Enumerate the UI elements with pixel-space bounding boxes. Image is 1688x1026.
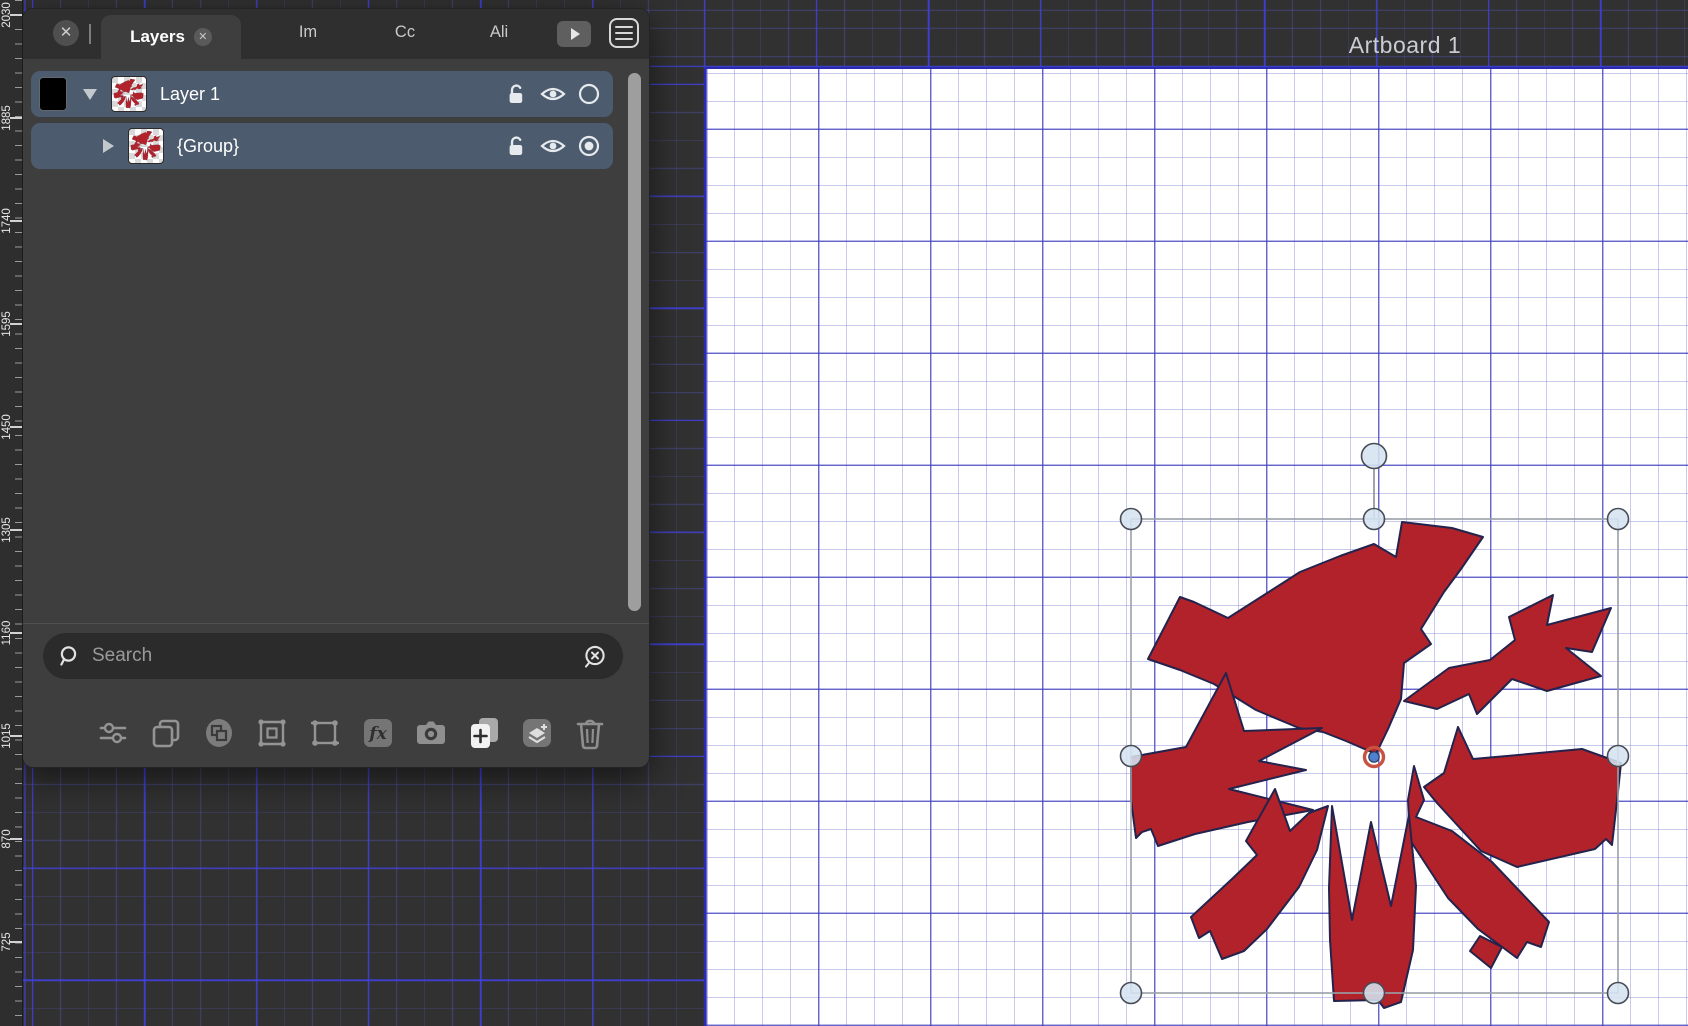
search-bar [43, 633, 623, 679]
ruler-major-tick [10, 529, 22, 531]
layer-name[interactable]: Layer 1 [160, 84, 220, 105]
target-selected-icon[interactable] [577, 134, 601, 158]
ruler-major-tick [10, 632, 22, 634]
disclosure-down-icon[interactable] [83, 89, 97, 100]
handle-bottom-right[interactable] [1608, 983, 1629, 1004]
ruler-major-tick [10, 220, 22, 222]
eye-visible-icon[interactable] [540, 134, 566, 158]
handle-top-center[interactable] [1364, 509, 1385, 530]
lock-open-icon[interactable] [505, 82, 529, 106]
panel-divider [23, 623, 649, 624]
layer-row-layer1[interactable]: Layer 1 [31, 71, 613, 117]
tab-color[interactable]: Cc [375, 23, 435, 42]
ruler-major-tick [10, 426, 22, 428]
group-thumbnail [128, 128, 164, 164]
tab-align[interactable]: Ali [469, 23, 529, 42]
handle-mid-right[interactable] [1608, 746, 1629, 767]
panel-menu-icon[interactable] [609, 18, 639, 48]
ruler-major-tick [10, 323, 22, 325]
ruler-major-tick [10, 117, 22, 119]
handle-bottom-left[interactable] [1121, 983, 1142, 1004]
handle-bottom-center[interactable] [1364, 983, 1385, 1004]
tab-layers[interactable]: Layers ✕ [101, 15, 241, 59]
effects-fx-icon[interactable]: fx [360, 715, 396, 751]
eye-visible-icon[interactable] [540, 82, 566, 106]
layers-panel: ✕ Layers ✕ Im Cc Ali Layer 1 [22, 8, 650, 768]
ruler-major-tick [10, 941, 22, 943]
adjustments-icon[interactable] [95, 715, 131, 751]
ruler-major-tick [10, 735, 22, 737]
tab-images[interactable]: Im [278, 23, 338, 42]
magnifier-icon [59, 645, 81, 667]
transform-frame-icon[interactable] [307, 715, 343, 751]
layer-color-swatch[interactable] [39, 77, 67, 111]
camera-icon[interactable] [413, 715, 449, 751]
search-input[interactable] [90, 644, 582, 668]
panel-scrollbar[interactable] [628, 73, 641, 611]
target-empty-icon[interactable] [577, 82, 601, 106]
layers-list: Layer 1 [31, 71, 613, 175]
layers-toolbar: fx [23, 711, 649, 755]
vertical-ruler: 20301885174015951450130511601015870725 [0, 0, 23, 1026]
shape-center-dot [1369, 752, 1379, 762]
handle-top-left[interactable] [1121, 509, 1142, 530]
clear-search-icon[interactable] [582, 644, 607, 669]
merge-layers-icon[interactable] [519, 715, 555, 751]
ruler-major-tick [10, 14, 22, 16]
app-window: Artboard 1 20301885174015951450130511601… [0, 0, 1688, 1026]
disclosure-right-icon[interactable] [103, 139, 114, 153]
boolean-ops-icon[interactable] [201, 715, 237, 751]
tab-layers-label: Layers [130, 27, 185, 47]
handle-top-right[interactable] [1608, 509, 1629, 530]
group-name[interactable]: {Group} [177, 136, 239, 157]
ruler-major-tick [10, 838, 22, 840]
close-tab-icon[interactable]: ✕ [194, 28, 212, 46]
ruler-ticks [15, 0, 22, 1026]
add-layer-icon[interactable] [466, 715, 502, 751]
handle-mid-left[interactable] [1121, 746, 1142, 767]
svg-text:fx: fx [368, 724, 387, 744]
close-panel-icon[interactable]: ✕ [53, 20, 79, 46]
panel-tab-bar: ✕ Layers ✕ Im Cc Ali [23, 9, 649, 59]
rotation-handle[interactable] [1362, 444, 1387, 469]
trash-icon[interactable] [572, 715, 608, 751]
ruler-label: 2030 [0, 0, 14, 35]
layer-row-group[interactable]: {Group} [31, 123, 613, 169]
mask-icon[interactable] [254, 715, 290, 751]
duplicate-icon[interactable] [148, 715, 184, 751]
layer-thumbnail [111, 76, 147, 112]
lock-open-icon[interactable] [505, 134, 529, 158]
tab-overflow-icon[interactable] [557, 21, 591, 47]
